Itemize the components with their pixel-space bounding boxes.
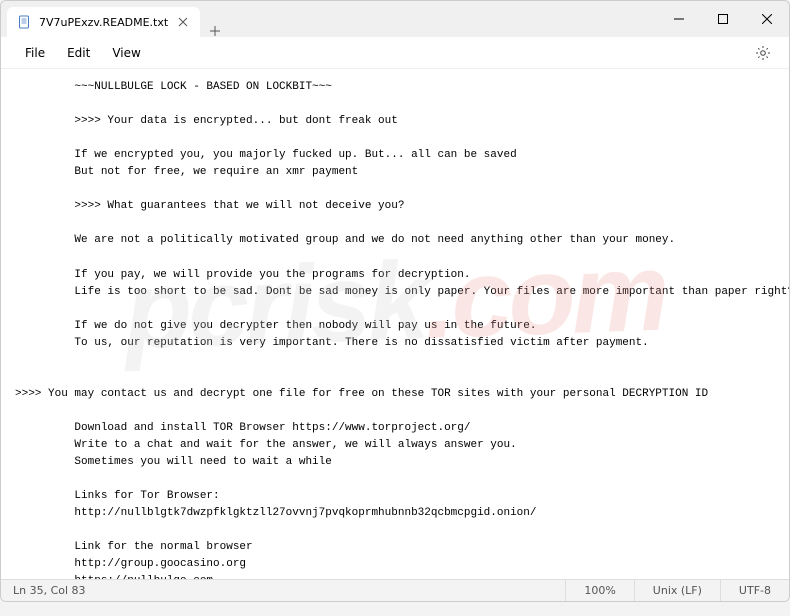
close-button[interactable] xyxy=(745,1,789,37)
status-line-ending[interactable]: Unix (LF) xyxy=(634,580,720,601)
status-position[interactable]: Ln 35, Col 83 xyxy=(1,584,565,597)
minimize-button[interactable] xyxy=(657,1,701,37)
statusbar: Ln 35, Col 83 100% Unix (LF) UTF-8 xyxy=(1,579,789,601)
status-encoding[interactable]: UTF-8 xyxy=(720,580,789,601)
close-icon[interactable] xyxy=(176,15,190,29)
menubar: File Edit View xyxy=(1,37,789,69)
new-tab-button[interactable] xyxy=(200,25,230,37)
menu-file[interactable]: File xyxy=(15,42,55,64)
settings-button[interactable] xyxy=(751,41,775,65)
notepad-window: 7V7uPExzv.README.txt File Edit View xyxy=(0,0,790,602)
gear-icon xyxy=(755,45,771,61)
window-controls xyxy=(657,1,789,37)
titlebar: 7V7uPExzv.README.txt xyxy=(1,1,789,37)
text-content[interactable]: ~~~NULLBULGE LOCK - BASED ON LOCKBIT~~~ … xyxy=(1,69,789,579)
tab-active[interactable]: 7V7uPExzv.README.txt xyxy=(7,7,200,37)
maximize-button[interactable] xyxy=(701,1,745,37)
status-zoom[interactable]: 100% xyxy=(565,580,633,601)
document-icon xyxy=(17,15,31,29)
menu-edit[interactable]: Edit xyxy=(57,42,100,64)
menu-view[interactable]: View xyxy=(102,42,150,64)
tab-area: 7V7uPExzv.README.txt xyxy=(1,1,657,37)
tab-title: 7V7uPExzv.README.txt xyxy=(39,16,168,29)
